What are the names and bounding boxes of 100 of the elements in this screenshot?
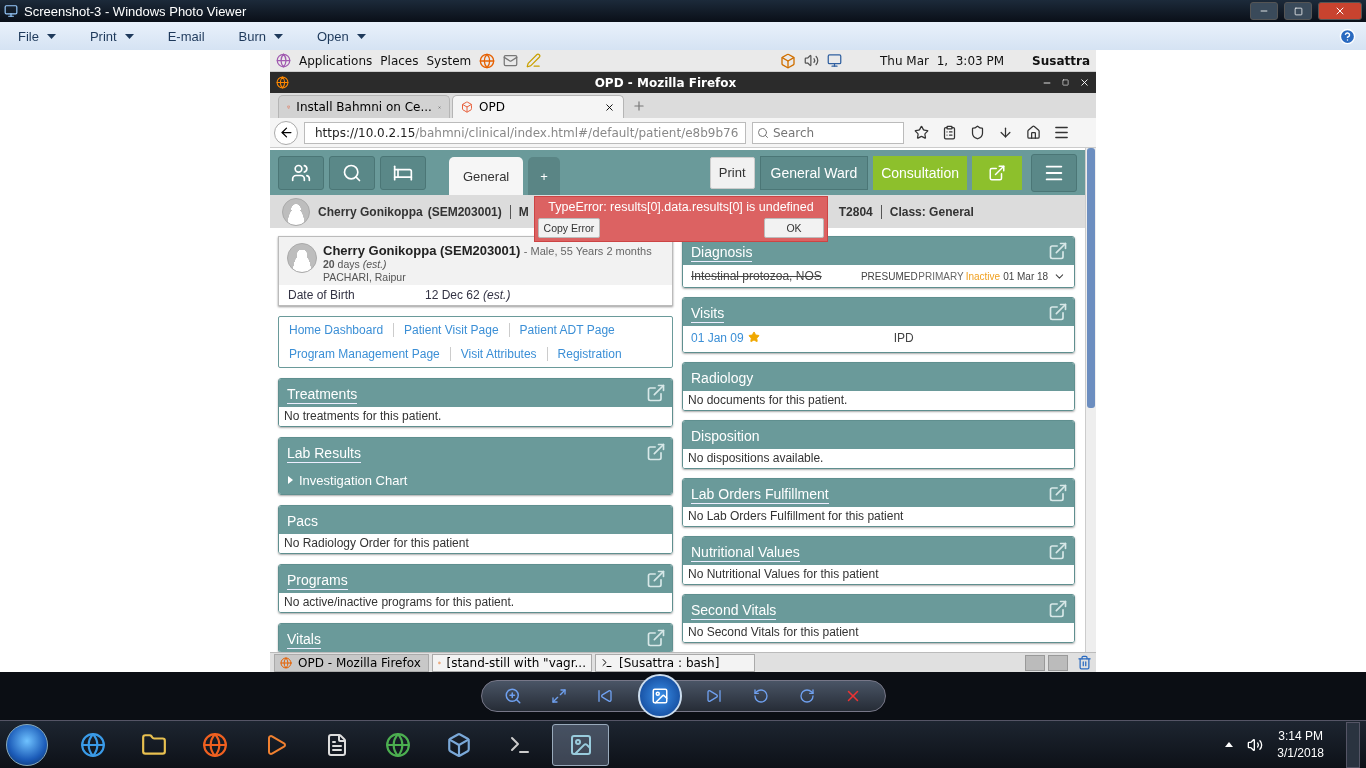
url-field[interactable]: https://10.0.2.15/bahmni/clinical/index.html#/default/patient/e8b9b76 [304,121,746,144]
gnome-foot-icon[interactable] [276,53,291,68]
trash-icon[interactable] [1077,655,1092,670]
help-icon[interactable] [1339,27,1356,45]
close-icon[interactable] [1079,77,1090,88]
image-icon [568,732,593,757]
visit-link[interactable]: 01 Jan 09 [691,331,744,345]
terminal-icon [601,656,613,669]
patients-button[interactable] [278,155,324,190]
date-of-birth: 12 Dec 62 (est.) [425,288,511,302]
page-link[interactable]: Visit Attributes [449,347,547,361]
panel-menu[interactable]: System [426,53,472,68]
error-message: TypeError: results[0].data.results[0] is undefined [548,200,814,214]
panel-user[interactable]: Susattra [1032,53,1090,68]
home-icon[interactable] [1025,125,1041,140]
menu-item[interactable]: File [10,26,64,46]
menu-item[interactable]: E-mail [159,26,213,46]
tray-expand-icon[interactable] [1225,742,1234,747]
window-title: Screenshot-3 - Windows Photo Viewer [24,3,248,19]
browser-tab[interactable]: Install Bahmni on Ce... [278,95,450,118]
update-icon[interactable] [780,52,796,69]
workspace-switcher[interactable] [1048,654,1068,671]
folder-icon [140,731,167,758]
bed-button[interactable] [380,155,426,190]
page-link[interactable]: Registration [546,347,632,361]
patient-name: Cherry Gonikoppa (SEM203001) - Male, 55 Years 2 months [323,243,652,258]
open-external-button[interactable] [972,155,1022,190]
patient-age: 20 days (est.) [323,258,388,271]
download-icon[interactable] [997,125,1013,140]
image-icon [650,687,669,705]
menu-button[interactable] [1031,153,1077,192]
search-icon [342,162,362,183]
scrollbar[interactable] [1085,148,1096,652]
rotate-left-icon [752,688,769,704]
back-button[interactable] [274,120,298,145]
maximize-icon[interactable] [1062,79,1069,86]
search-field[interactable]: Search [752,121,904,144]
search-button[interactable] [329,155,375,190]
taskbar-clock[interactable]: 3:14 PM 3/1/2018 [1277,729,1324,760]
section-message: No treatments for this patient. [279,407,672,426]
cube-icon [445,731,472,758]
reading-list-icon[interactable] [941,125,957,140]
panel-clock[interactable]: Thu Mar 1, 3:03 PM [880,53,1005,68]
bookmark-star-icon[interactable] [913,125,929,140]
restore-icon [1293,6,1303,16]
task-button[interactable]: [Susattra : bash] [595,653,755,672]
panel-menu[interactable]: Applications [299,53,373,68]
page-link[interactable]: Home Dashboard [279,323,394,337]
volume-icon[interactable] [1247,736,1264,753]
page-link[interactable]: Patient ADT Page [508,323,625,337]
diagnosis-status: Inactive [965,270,1001,282]
section-title: Disposition [691,428,760,445]
menu-item[interactable]: Open [309,26,374,46]
avatar-icon [287,243,317,273]
ward-button[interactable]: General Ward [759,155,869,190]
mail-icon[interactable] [503,53,519,68]
expand-caret-icon[interactable] [288,476,293,484]
network-icon[interactable] [827,53,842,68]
app-icon [4,4,18,18]
maximize-button[interactable] [1284,2,1312,20]
page-link[interactable]: Program Management Page [279,347,450,361]
copy-error-button[interactable]: Copy Error [538,218,600,238]
patient-id: (SEM203001) [427,204,502,219]
page-link[interactable]: Patient Visit Page [393,323,509,337]
globe-icon [384,731,411,758]
print-button[interactable]: Print [709,156,755,189]
section-message: No Radiology Order for this patient [279,534,672,553]
ok-button[interactable]: OK [764,218,824,238]
task-button[interactable]: [stand-still with "vagr... [432,653,592,672]
minimize-button[interactable] [1250,2,1278,20]
dashboard-tab[interactable]: General [449,157,524,195]
next-icon [706,688,723,704]
globe-icon [79,731,106,758]
expand-icon [551,688,568,704]
search-icon [757,126,769,139]
diagnosis-date: 01 Mar 18 [1003,270,1049,282]
panel-menu[interactable]: Places [380,53,419,68]
patient-class: Class: General [880,204,974,219]
menu-icon[interactable] [1052,124,1070,141]
start-button[interactable] [6,723,48,766]
patient-field: T2804 [838,204,873,219]
rotate-right-icon [798,688,815,704]
globe-icon [201,731,228,758]
diagnosis-name: Intestinal protozoa, NOS [691,269,823,283]
menu-item[interactable]: Burn [230,26,291,46]
dashboard-tab[interactable]: + [528,157,560,195]
section-message: No documents for this patient. [683,391,1074,410]
task-button[interactable]: OPD - Mozilla Firefox [274,653,429,672]
taskbar-button[interactable] [552,723,609,766]
patient-address: PACHARI, Raipur [323,271,407,284]
menu-item[interactable]: Print [81,26,142,46]
previous-icon [597,688,614,704]
zoom-icon [503,687,522,705]
workspace-switcher[interactable] [1025,654,1045,671]
slideshow-button[interactable] [637,674,682,718]
browser-tab[interactable]: OPD [452,95,624,118]
volume-icon[interactable] [804,53,819,68]
pocket-icon[interactable] [969,125,985,140]
avatar-icon [282,197,310,226]
visit-type: IPD [893,331,914,345]
